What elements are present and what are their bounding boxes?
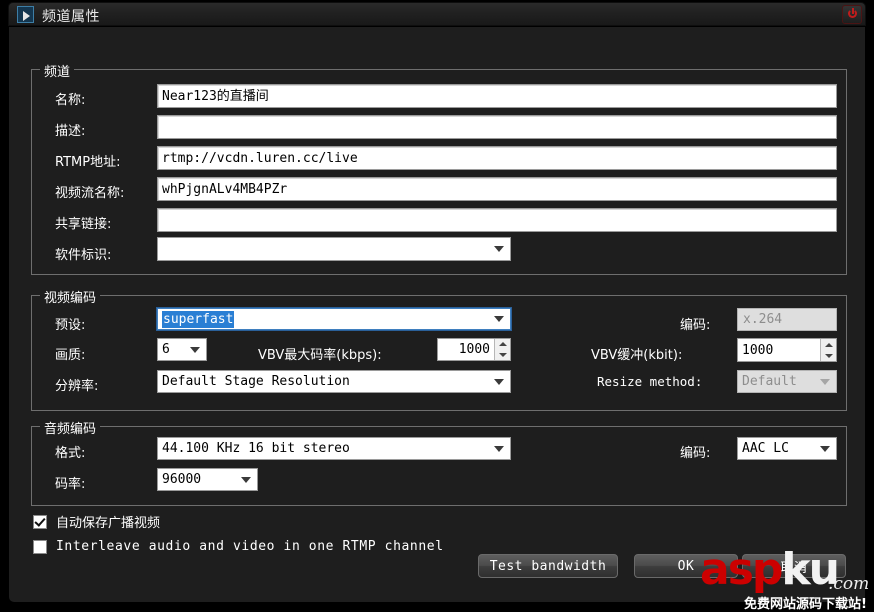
label-video-encoder: 编码: [680,318,711,333]
spinner-down-icon[interactable] [821,350,836,361]
audio-encoder-value: AAC LC [742,441,789,456]
channel-description-input[interactable] [157,115,837,139]
chevron-down-icon [241,476,251,483]
ok-button[interactable]: OK [634,554,738,578]
label-preset: 预设: [55,318,86,333]
label-vbv-buffer: VBV缓冲(kbit): [591,348,683,363]
preset-select[interactable]: superfast [156,307,512,331]
spinner-down-icon[interactable] [495,350,510,361]
chevron-down-icon [190,346,200,353]
label-vbv-max-bitrate: VBV最大码率(kbps): [258,348,382,363]
audio-format-value: 44.100 KHz 16 bit stereo [162,441,350,456]
label-resize-method: Resize method: [597,374,703,389]
autosave-label: 自动保存广播视频 [56,516,161,531]
group-video-legend: 视频编码 [40,287,101,306]
close-button[interactable] [842,5,862,24]
cancel-button[interactable]: 取消 [742,554,846,578]
dialog-body: 频道 名称: Near123的直播间 描述: RTMP地址: rtmp://vc… [8,26,866,603]
autosave-checkbox[interactable] [33,514,47,529]
label-resolution: 分辨率: [55,379,99,394]
interleave-checkbox[interactable] [33,539,47,554]
channel-name-input[interactable]: Near123的直播间 [157,84,837,108]
vbv-max-bitrate-spinner[interactable]: 1000 [437,338,511,361]
group-audio-legend: 音频编码 [40,418,101,437]
software-id-select[interactable] [157,237,511,261]
label-description: 描述: [55,124,86,139]
label-quality: 画质: [55,348,86,363]
label-software-id: 软件标识: [55,248,112,263]
audio-format-select[interactable]: 44.100 KHz 16 bit stereo [157,437,511,460]
spinner-up-icon[interactable] [495,339,510,350]
resize-method-select[interactable]: Default [737,370,837,393]
audio-bitrate-select[interactable]: 96000 [157,468,258,491]
window-title: 频道属性 [42,9,100,25]
audio-encoder-select[interactable]: AAC LC [737,437,837,460]
label-share-link: 共享链接: [55,217,112,232]
audio-bitrate-value: 96000 [162,472,202,487]
vbv-buffer-spinner[interactable]: 1000 [737,338,837,362]
resolution-value: Default Stage Resolution [162,374,350,389]
resize-method-value: Default [742,374,797,389]
video-play-icon [17,6,34,23]
label-audio-encoder: 编码: [680,446,711,461]
quality-select[interactable]: 6 [157,338,207,361]
group-channel-legend: 频道 [40,61,75,80]
chevron-down-icon [494,445,504,452]
chevron-down-icon [494,246,504,252]
channel-properties-window: 频道属性 频道 名称: Near123的直播间 描述: RTMP地址: rtmp… [0,0,874,612]
chevron-down-icon [494,378,504,385]
stream-name-input[interactable]: whPjgnALv4MB4PZr [157,177,837,201]
spinner-up-icon[interactable] [821,339,836,350]
autosave-checkbox-row[interactable]: 自动保存广播视频 [33,512,160,531]
interleave-checkbox-row[interactable]: Interleave audio and video in one RTMP c… [33,539,444,554]
chevron-down-icon [820,445,830,452]
label-name: 名称: [55,93,86,108]
spinner-buttons[interactable] [494,339,510,360]
resolution-select[interactable]: Default Stage Resolution [157,370,511,393]
vbv-max-bitrate-value: 1000 [458,342,490,357]
rtmp-url-input[interactable]: rtmp://vcdn.luren.cc/live [157,146,837,170]
chevron-down-icon [494,316,504,322]
video-encoder-value: x.264 [737,308,837,331]
preset-value: superfast [162,310,235,328]
label-rtmp-url: RTMP地址: [55,155,121,170]
spinner-buttons[interactable] [820,339,836,361]
interleave-label: Interleave audio and video in one RTMP c… [56,539,444,554]
label-stream-name: 视频流名称: [55,186,125,201]
quality-value: 6 [162,342,170,357]
vbv-buffer-value: 1000 [742,342,774,358]
title-bar[interactable]: 频道属性 [8,2,866,26]
test-bandwidth-button[interactable]: Test bandwidth [478,554,618,578]
chevron-down-icon [820,378,830,385]
share-link-input[interactable] [157,208,837,232]
label-audio-bitrate: 码率: [55,477,86,492]
label-audio-format: 格式: [55,446,86,461]
